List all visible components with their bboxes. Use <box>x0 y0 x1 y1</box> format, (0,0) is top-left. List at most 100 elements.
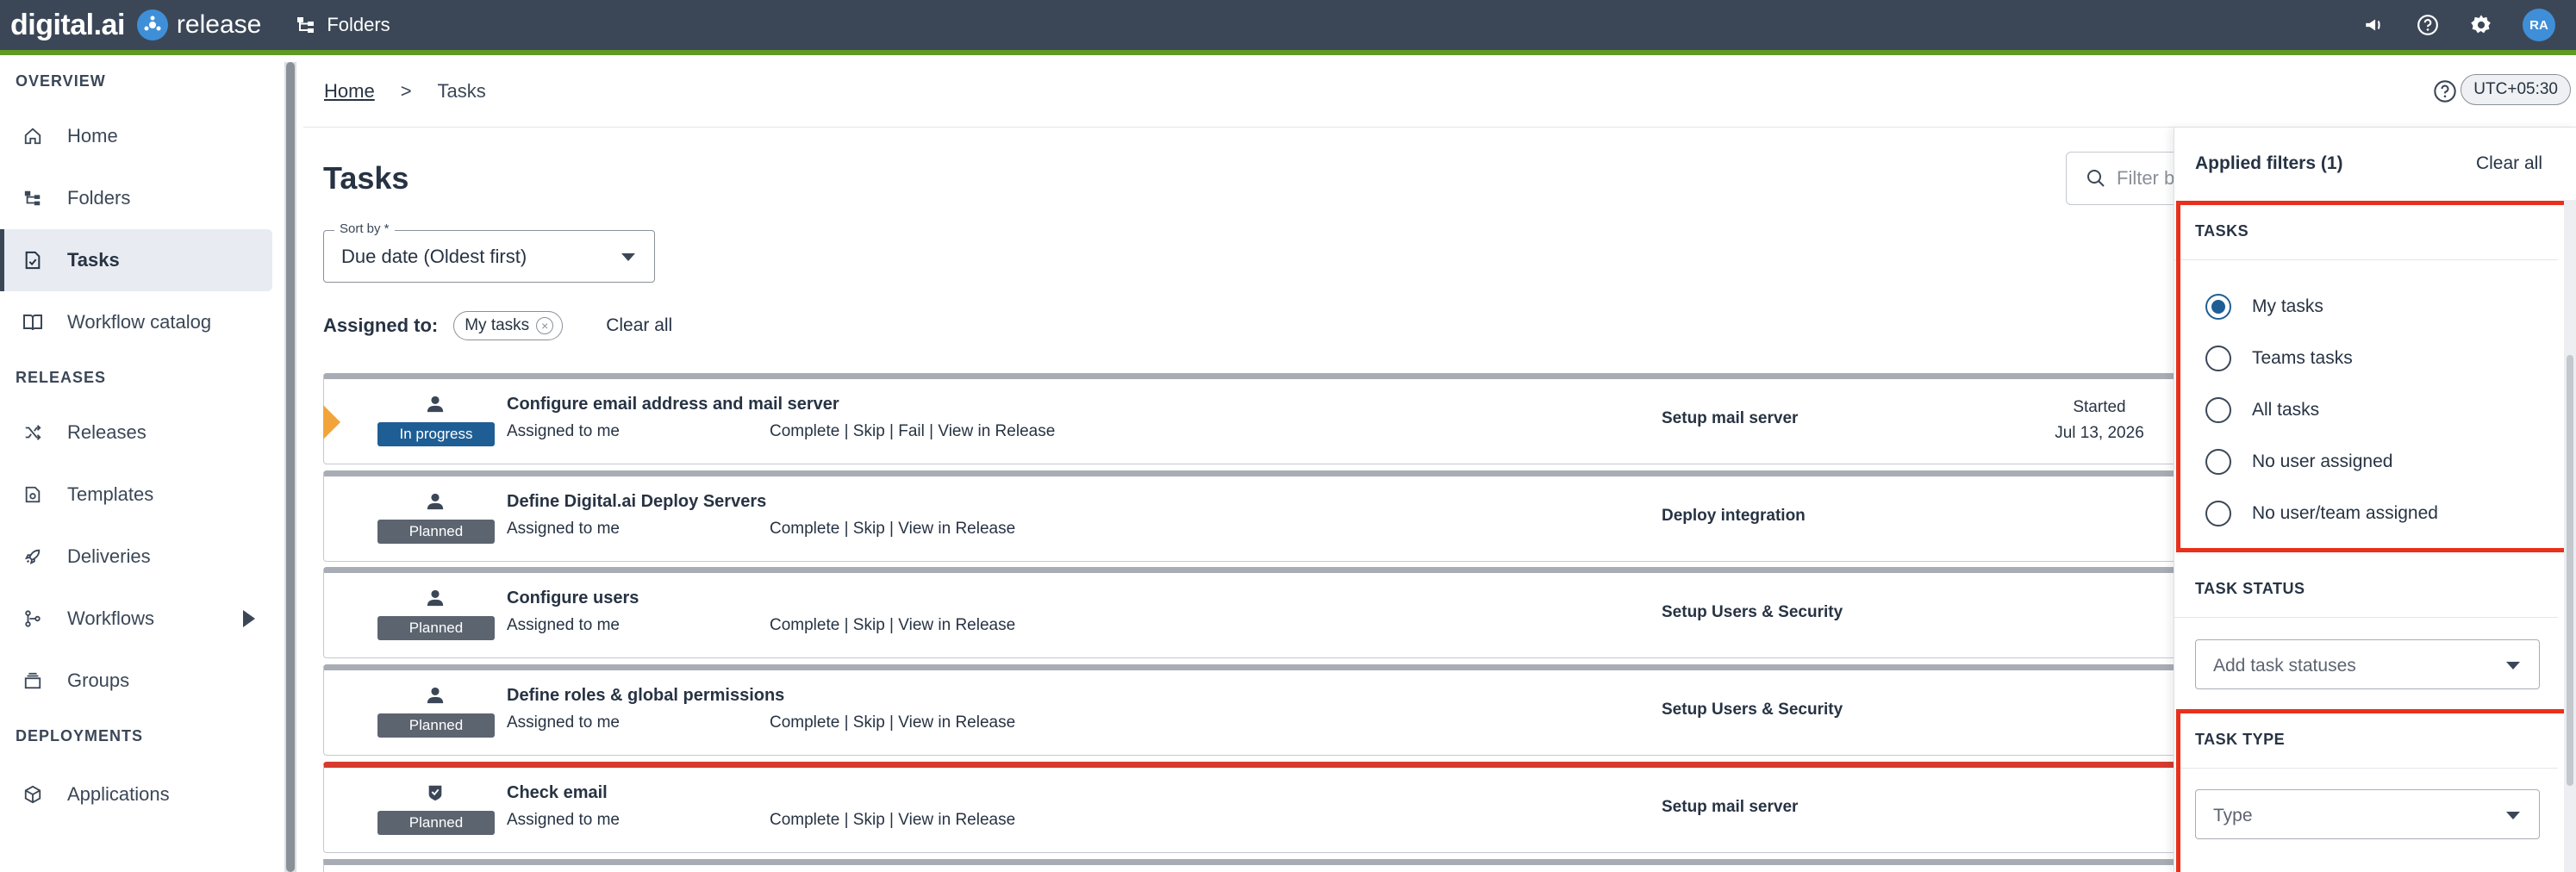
sidebar-item-label: Workflows <box>67 607 155 629</box>
templates-icon <box>22 484 43 505</box>
assigned-label: Assigned to: <box>323 315 439 336</box>
filter-panel: Applied filters (1) Clear all TASKS My t… <box>2174 128 2576 872</box>
task-assignee: Assigned to me <box>507 520 620 538</box>
task-actions[interactable]: Complete | Skip | View in Release <box>770 520 1015 539</box>
task-actions[interactable]: Complete | Skip | View in Release <box>770 616 1015 635</box>
sidebar-item-workflows[interactable]: Workflows <box>0 588 284 650</box>
help-icon[interactable] <box>2416 13 2440 37</box>
sidebar: OVERVIEW Home Folders Tasks Workflow cat… <box>0 55 284 872</box>
brand[interactable]: digital.ai release <box>10 9 261 42</box>
clear-all-link[interactable]: Clear all <box>606 315 672 336</box>
timezone-badge[interactable]: UTC+05:30 <box>2461 74 2571 105</box>
my-tasks-chip[interactable]: My tasks × <box>453 311 564 340</box>
task-title[interactable]: Define roles & global permissions <box>507 686 784 706</box>
filter-panel-scrollbar-thumb[interactable] <box>2567 355 2573 786</box>
filter-panel-header: Applied filters (1) Clear all <box>2174 128 2576 200</box>
sidebar-item-label: Deliveries <box>67 545 151 567</box>
tasks-section-highlight <box>2176 201 2573 552</box>
task-status-select[interactable]: Add task statuses <box>2195 639 2540 689</box>
expand-arrow-icon[interactable] <box>243 610 255 627</box>
status-badge: Planned <box>377 811 495 835</box>
task-title[interactable]: Configure email address and mail server <box>507 395 839 414</box>
task-row[interactable]: Planned Define roles & global permission… <box>323 664 2176 756</box>
sidebar-item-label: Groups <box>67 670 130 691</box>
megaphone-icon[interactable] <box>2362 13 2386 37</box>
task-phase: Setup Users & Security <box>1662 701 1843 719</box>
product-name: release <box>176 10 262 39</box>
top-folders-label: Folders <box>327 14 390 35</box>
applied-filters-title: Applied filters (1) <box>2195 153 2343 173</box>
sidebar-item-releases[interactable]: Releases <box>0 402 284 464</box>
user-avatar[interactable]: RA <box>2523 9 2555 41</box>
task-title[interactable]: Configure users <box>507 589 639 608</box>
tasks-icon <box>22 250 43 271</box>
task-phase: Setup mail server <box>1662 798 1799 816</box>
assigned-filter-row: Assigned to: My tasks × Clear all <box>323 310 672 341</box>
task-title[interactable]: Check email <box>507 783 608 803</box>
sidebar-item-home[interactable]: Home <box>0 105 284 167</box>
task-phase: Setup Users & Security <box>1662 603 1843 621</box>
sidebar-item-groups[interactable]: Groups <box>0 650 284 712</box>
task-actions[interactable]: Complete | Skip | View in Release <box>770 713 1015 732</box>
sidebar-scrollbar[interactable] <box>284 62 296 872</box>
gate-icon <box>428 785 442 801</box>
task-phase: Setup mail server <box>1662 409 1799 427</box>
release-logo-icon <box>136 9 168 40</box>
task-row[interactable]: Planned Define Digital.ai Deploy Servers… <box>323 470 2176 562</box>
sidebar-item-tasks[interactable]: Tasks <box>0 229 272 291</box>
top-folders-link[interactable]: Folders <box>296 14 390 36</box>
sidebar-scrollbar-thumb[interactable] <box>286 62 295 872</box>
task-status-placeholder: Add task statuses <box>2213 656 2356 676</box>
sort-by-select[interactable]: Sort by * Due date (Oldest first) <box>323 221 655 283</box>
gear-icon[interactable] <box>2469 13 2493 37</box>
shuffle-icon <box>22 422 43 443</box>
sidebar-item-folders[interactable]: Folders <box>0 167 284 229</box>
status-badge: Planned <box>377 520 495 544</box>
groups-icon <box>22 670 43 691</box>
sidebar-item-label: Folders <box>67 187 131 209</box>
sort-by-value: Due date (Oldest first) <box>341 246 527 267</box>
status-badge: Planned <box>377 713 495 738</box>
started-date: Jul 13, 2026 <box>2055 424 2144 442</box>
filter-panel-scrollbar[interactable] <box>2564 200 2576 872</box>
task-assignee: Assigned to me <box>507 811 620 829</box>
task-type-section-highlight <box>2176 709 2573 872</box>
sidebar-item-label: Releases <box>67 421 147 443</box>
filter-placeholder: Filter b <box>2117 167 2175 189</box>
close-icon[interactable]: × <box>536 317 554 334</box>
task-status-section-title: TASK STATUS <box>2195 580 2305 597</box>
breadcrumb-separator: > <box>400 79 412 102</box>
sidebar-section-releases: RELEASES <box>16 368 107 386</box>
task-row[interactable]: Planned Configure users Assigned to me C… <box>323 567 2176 658</box>
task-phase: Deploy integration <box>1662 507 1806 525</box>
workflow-icon <box>22 608 43 629</box>
page-title: Tasks <box>323 160 409 196</box>
task-row-partial <box>323 859 2176 872</box>
task-actions[interactable]: Complete | Skip | View in Release <box>770 811 1015 830</box>
filter-input[interactable]: Filter b <box>2066 152 2186 205</box>
sidebar-item-deliveries[interactable]: Deliveries <box>0 526 284 588</box>
chevron-down-icon <box>621 253 635 261</box>
sidebar-item-label: Home <box>67 125 118 146</box>
brand-logo: digital.ai <box>10 8 125 41</box>
started-label: Started <box>2073 398 2126 416</box>
help-icon[interactable] <box>2433 79 2457 103</box>
breadcrumb-current: Tasks <box>437 79 486 102</box>
task-title[interactable]: Define Digital.ai Deploy Servers <box>507 492 766 512</box>
sidebar-item-applications[interactable]: Applications <box>0 763 284 825</box>
chip-label: My tasks <box>465 316 530 334</box>
filter-clear-all-button[interactable]: Clear all <box>2476 153 2542 174</box>
task-actions[interactable]: Complete | Skip | Fail | View in Release <box>770 422 1055 441</box>
sidebar-item-workflow-catalog[interactable]: Workflow catalog <box>0 291 284 353</box>
person-icon <box>427 589 444 607</box>
sidebar-item-label: Templates <box>67 483 154 505</box>
task-assignee: Assigned to me <box>507 422 620 440</box>
sidebar-item-label: Tasks <box>67 249 120 271</box>
task-row[interactable]: In progress Configure email address and … <box>323 373 2176 464</box>
search-icon <box>2087 170 2105 187</box>
breadcrumb-home-link[interactable]: Home <box>324 80 375 103</box>
sidebar-item-templates[interactable]: Templates <box>0 464 284 526</box>
breadcrumb: Home > Tasks UTC+05:30 <box>303 55 2576 128</box>
task-row[interactable]: Planned Check email Assigned to me Compl… <box>323 762 2176 853</box>
chevron-down-icon <box>2506 662 2520 670</box>
